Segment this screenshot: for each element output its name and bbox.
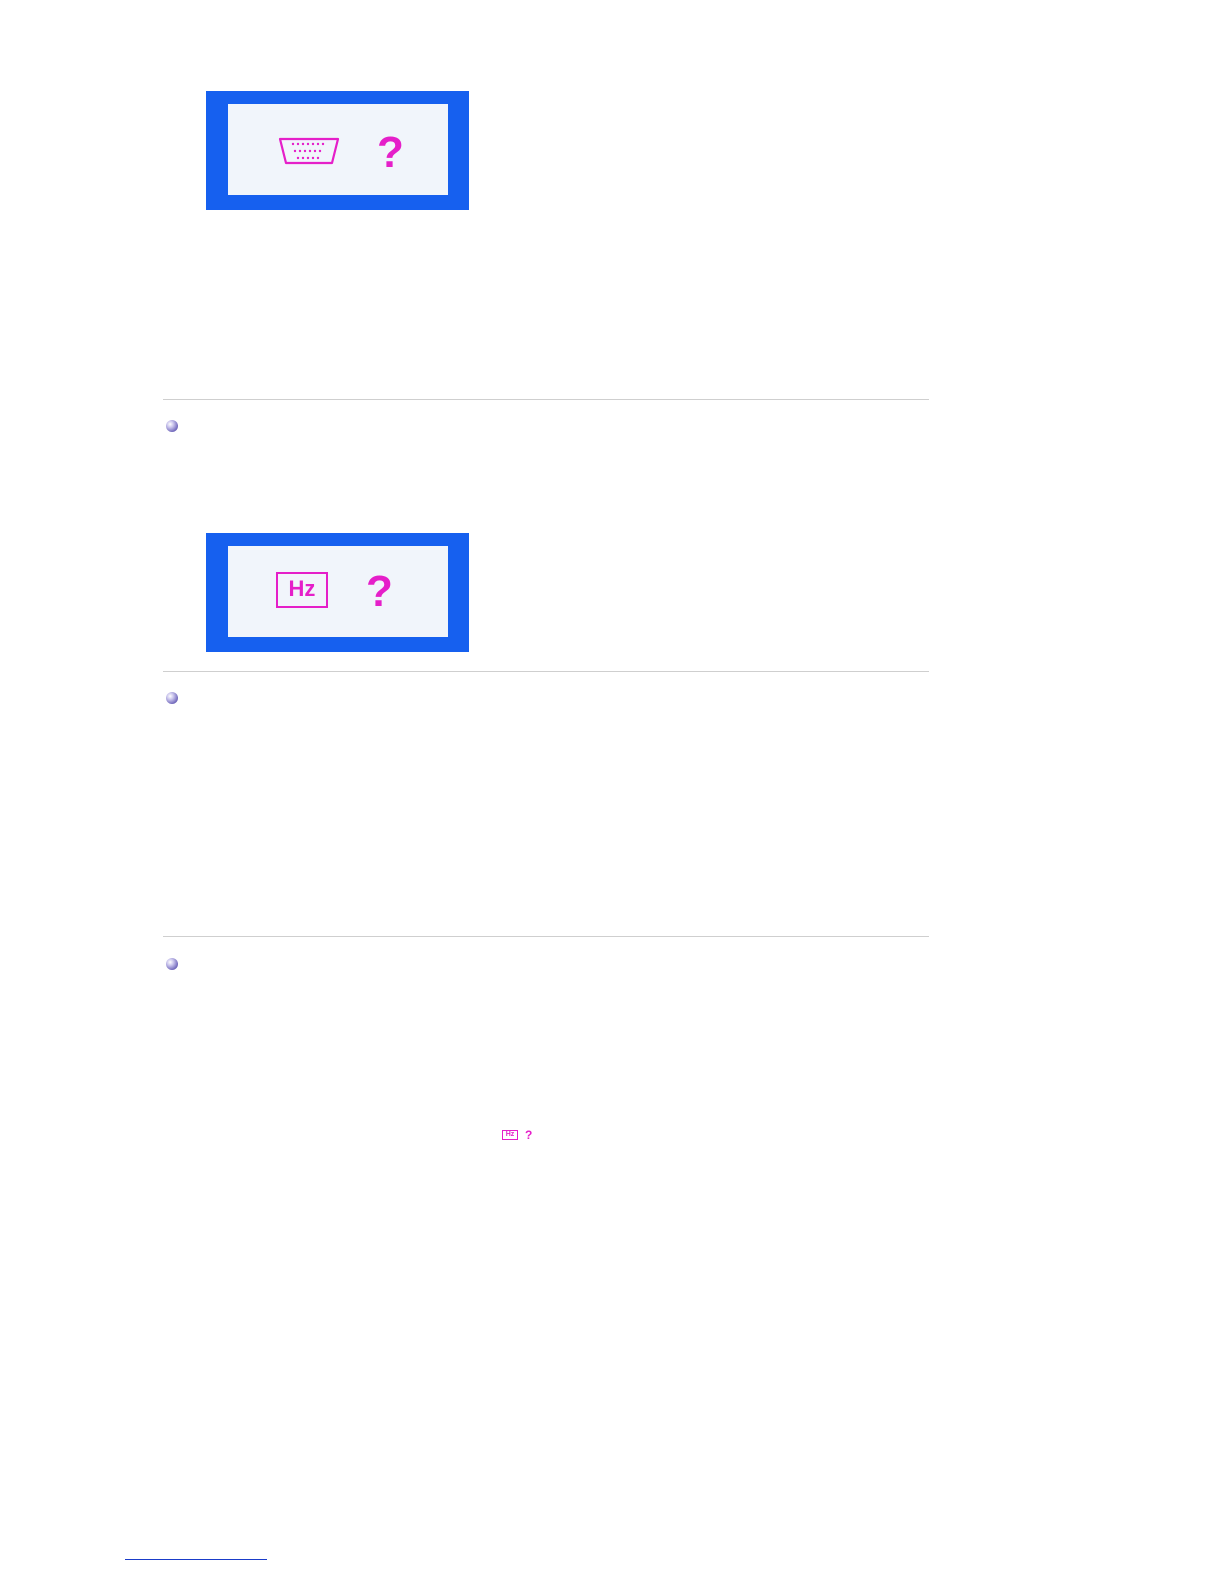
osd-message-area: ?	[228, 104, 448, 195]
question-mark: ?	[366, 567, 393, 616]
hz-frequency-icon: Hz	[276, 572, 328, 608]
question-mark: ?	[525, 1128, 533, 1142]
osd-no-signal-screen: ?	[206, 91, 469, 210]
bullet-sphere-icon	[166, 420, 178, 432]
section-divider	[163, 399, 929, 400]
bullet-sphere-icon	[166, 958, 178, 970]
hz-frequency-icon: Hz	[502, 1130, 518, 1140]
signal-connector-icon	[278, 137, 340, 165]
footer-link[interactable]	[125, 1559, 267, 1560]
question-mark: ?	[377, 128, 404, 177]
section-divider	[163, 936, 929, 937]
osd-frequency-screen: Hz ?	[206, 533, 469, 652]
bullet-sphere-icon	[166, 692, 178, 704]
section-divider	[163, 671, 929, 672]
osd-message-area: Hz ?	[228, 546, 448, 637]
